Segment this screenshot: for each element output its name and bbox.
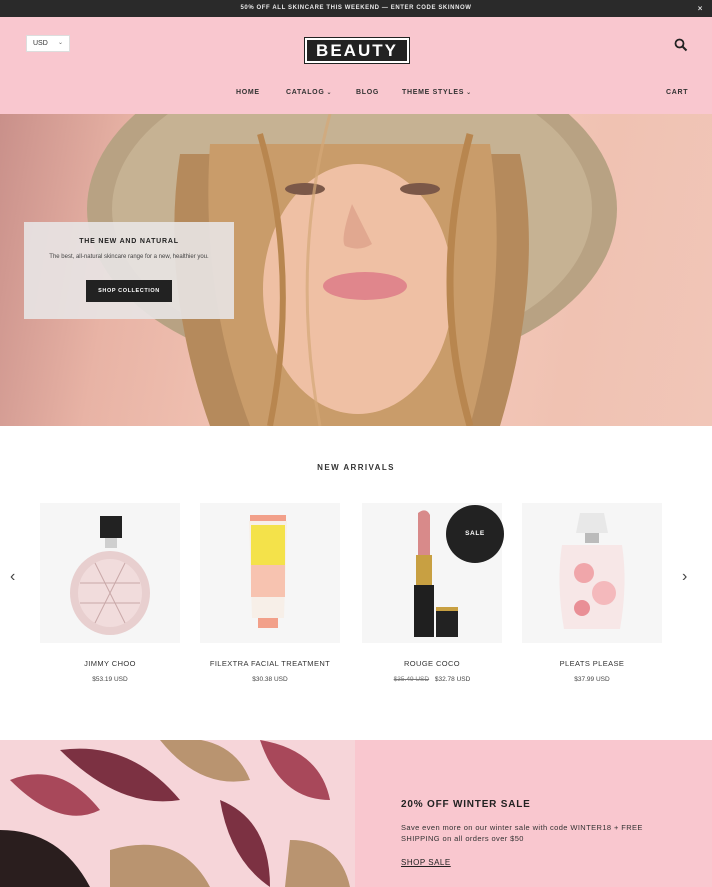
product-image[interactable]: SALE [362, 503, 504, 643]
section-title: NEW ARRIVALS [317, 463, 395, 472]
leaves-image [0, 740, 355, 887]
sale-badge: SALE [446, 505, 504, 563]
chevron-left-icon[interactable]: ‹ [10, 569, 15, 585]
site-logo[interactable]: BEAUTY [304, 37, 410, 64]
nav-cart[interactable]: CART [666, 86, 688, 100]
site-header: USD ⌄ BEAUTY HOME CATALOG ⌄ BLOG THEME ST… [0, 17, 712, 114]
product-price: $32.78 USD [434, 676, 471, 683]
product-name[interactable]: PLEATS PLEASE [522, 658, 662, 669]
product-card[interactable]: FILEXTRA FACIAL TREATMENT $30.38 USD [200, 503, 340, 683]
chevron-down-icon: ⌄ [326, 90, 333, 96]
main-nav: HOME CATALOG ⌄ BLOG THEME STYLES ⌄ CART [0, 86, 712, 100]
currency-value: USD [33, 40, 48, 47]
product-name[interactable]: ROUGE COCO [362, 658, 502, 669]
promo-title: 20% OFF WINTER SALE [401, 799, 531, 810]
product-price: $53.19 USD [92, 676, 128, 683]
product-card[interactable]: PLEATS PLEASE $37.99 USD [522, 503, 662, 683]
shop-sale-link[interactable]: SHOP SALE [401, 858, 451, 867]
chevron-down-icon: ⌄ [57, 40, 63, 46]
nav-theme-styles[interactable]: THEME STYLES ⌄ [402, 86, 472, 100]
nav-blog[interactable]: BLOG [356, 86, 379, 100]
announcement-bar: 50% OFF ALL SKINCARE THIS WEEKEND — ENTE… [0, 0, 712, 17]
nav-catalog-label: CATALOG [286, 89, 325, 96]
nav-catalog[interactable]: CATALOG ⌄ [286, 86, 332, 100]
chevron-down-icon: ⌄ [466, 90, 472, 96]
promo-banner: 20% OFF WINTER SALE Save even more on ou… [0, 740, 712, 887]
chevron-right-icon[interactable]: › [682, 569, 687, 585]
cream-tube-image [249, 515, 287, 628]
product-image[interactable] [40, 503, 180, 643]
product-card[interactable]: SALE ROUGE COCO $35.49 USD $32.78 USD [362, 503, 504, 683]
product-price: $30.38 USD [252, 676, 288, 683]
product-price-group: $35.49 USD $32.78 USD [362, 676, 502, 683]
perfume-bottle-image [559, 513, 625, 629]
hero-text: The best, all-natural skincare range for… [49, 254, 209, 260]
shop-collection-button[interactable]: SHOP COLLECTION [86, 280, 172, 302]
promo-text: Save even more on our winter sale with c… [401, 823, 643, 843]
product-image[interactable] [522, 503, 662, 643]
hero-banner: THE NEW AND NATURAL The best, all-natura… [0, 114, 712, 426]
product-price: $37.99 USD [574, 676, 610, 683]
product-name[interactable]: FILEXTRA FACIAL TREATMENT [200, 658, 340, 669]
nav-theme-styles-label: THEME STYLES [402, 89, 465, 96]
announcement-text: 50% OFF ALL SKINCARE THIS WEEKEND — ENTE… [240, 5, 472, 11]
product-card[interactable]: JIMMY CHOO $53.19 USD [40, 503, 180, 683]
search-icon[interactable] [674, 38, 688, 52]
hero-card: THE NEW AND NATURAL The best, all-natura… [24, 222, 234, 319]
perfume-bottle-image [70, 516, 150, 635]
close-icon[interactable]: × [698, 0, 703, 17]
old-price: $35.49 USD [393, 676, 430, 683]
product-image[interactable] [200, 503, 340, 643]
product-name[interactable]: JIMMY CHOO [40, 658, 180, 669]
hero-title: THE NEW AND NATURAL [79, 238, 179, 245]
currency-select[interactable]: USD ⌄ [26, 35, 70, 52]
nav-home[interactable]: HOME [236, 86, 260, 100]
